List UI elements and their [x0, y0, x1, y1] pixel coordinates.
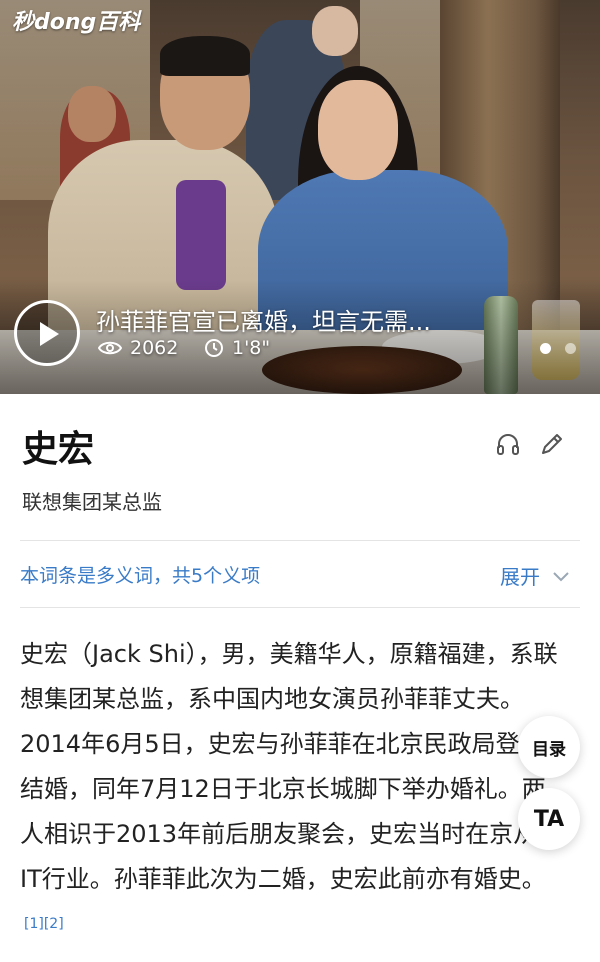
polysemy-notice[interactable]: 本词条是多义词，共5个义项	[20, 561, 260, 588]
divider	[20, 607, 580, 608]
chevron-down-icon	[553, 571, 569, 581]
carousel-dot-2[interactable]	[565, 343, 576, 354]
entry-summary: 史宏（Jack Shi），男，美籍华人，原籍福建，系联想集团某总监，系中国内地女…	[20, 632, 565, 953]
headphones-icon[interactable]	[494, 430, 522, 458]
background-person-head	[312, 6, 358, 56]
video-banner[interactable]: 秒dong百科 孙菲菲官宣已离婚，坦言无需... 2062 1'8"	[0, 0, 600, 394]
table-of-contents-button[interactable]: 目录	[518, 716, 580, 778]
clock-icon	[205, 339, 223, 357]
entry-title: 史宏	[22, 429, 95, 470]
divider	[20, 540, 580, 541]
view-count-value: 2062	[130, 337, 179, 359]
pencil-icon[interactable]	[538, 430, 566, 458]
expand-label: 展开	[500, 565, 540, 589]
carousel-dot-1[interactable]	[540, 343, 551, 354]
video-duration: 1'8"	[204, 337, 270, 359]
carousel-indicator[interactable]	[540, 343, 576, 354]
play-button[interactable]	[14, 300, 80, 366]
brand-logo: 秒dong百科	[12, 10, 141, 35]
expand-button[interactable]: 展开	[500, 561, 570, 590]
entry-subtitle: 联想集团某总监	[22, 490, 162, 514]
view-count: 2062	[98, 337, 178, 359]
background-person-head	[68, 86, 116, 142]
man-shirt	[176, 180, 226, 290]
banner-gradient-overlay	[0, 280, 600, 394]
man-hair	[160, 36, 250, 76]
woman-head	[318, 80, 398, 180]
eye-icon	[98, 341, 122, 355]
play-icon	[40, 322, 59, 346]
citation-reference[interactable]: [1][2]	[24, 916, 64, 932]
video-duration-value: 1'8"	[232, 337, 271, 359]
summary-text: 史宏（Jack Shi），男，美籍华人，原籍福建，系联想集团某总监，系中国内地女…	[20, 640, 562, 893]
font-size-button[interactable]: TA	[518, 788, 580, 850]
video-title[interactable]: 孙菲菲官宣已离婚，坦言无需...	[96, 302, 516, 337]
